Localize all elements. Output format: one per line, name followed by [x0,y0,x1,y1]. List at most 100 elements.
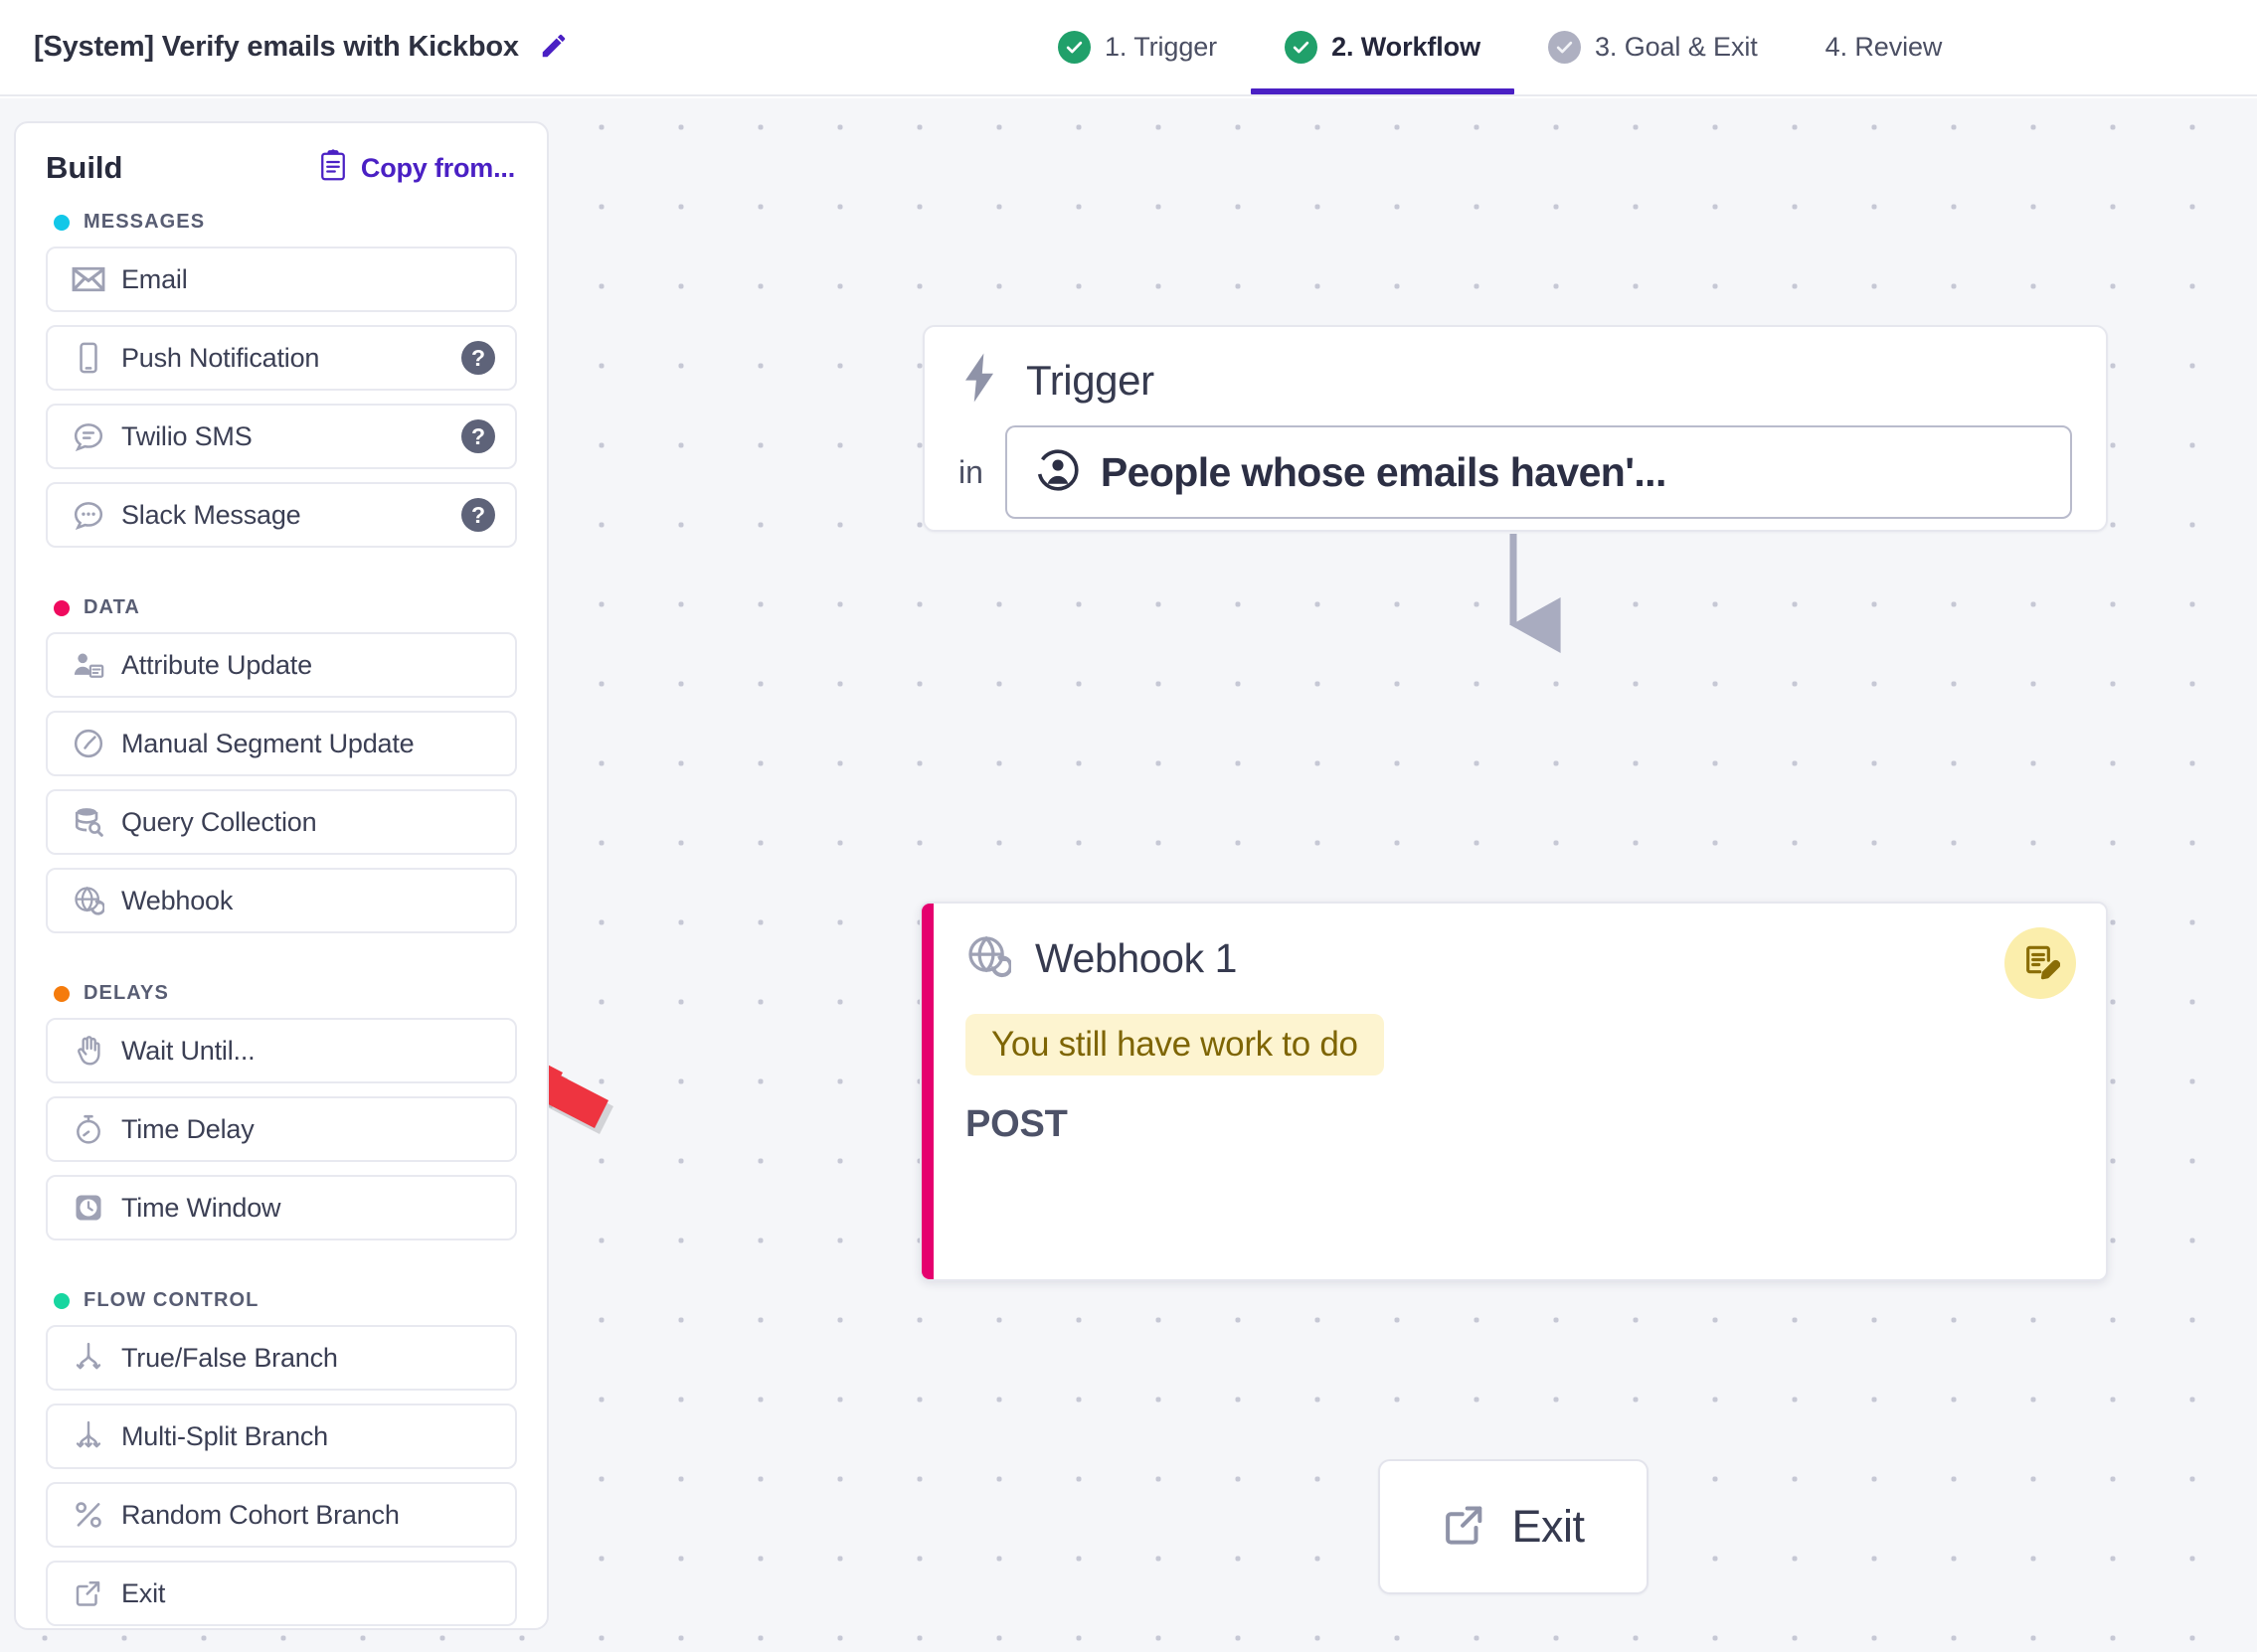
person-card-icon [70,650,107,680]
campaign-title-group: [System] Verify emails with Kickbox [34,0,571,94]
page-title: [System] Verify emails with Kickbox [34,31,519,63]
sidebar-item-label: Attribute Update [121,649,312,680]
trigger-node-header: Trigger [958,353,2072,408]
sidebar-item-time-window[interactable]: Time Window [46,1175,517,1240]
section-dot-icon [54,1292,70,1309]
sidebar-item-wait-until[interactable]: Wait Until... [46,1018,517,1083]
exit-node-label: Exit [1511,1501,1585,1552]
clock-square-icon [70,1192,107,1224]
lightning-bolt-icon [958,353,1000,408]
check-circle-icon [1547,31,1581,64]
trigger-node[interactable]: Trigger in People whose emails haven'... [923,325,2108,532]
sidebar-item-label: True/False Branch [121,1342,338,1373]
sidebar-item-manual-segment-update[interactable]: Manual Segment Update [46,711,517,776]
section-label-delays: DELAYS [84,982,169,1004]
tab-workflow[interactable]: 2. Workflow [1251,0,1514,94]
sidebar-item-label: Webhook [121,885,234,915]
sidebar-item-true-false-branch[interactable]: True/False Branch [46,1325,517,1391]
sidebar-item-time-delay[interactable]: Time Delay [46,1096,517,1162]
section-dot-icon [54,214,70,231]
section-label-messages: MESSAGES [84,211,206,233]
copy-from-button[interactable]: Copy from... [318,149,515,187]
sidebar-item-label: Query Collection [121,806,317,837]
section-header-data: DATA [54,596,517,619]
exit-node[interactable]: Exit [1378,1459,1649,1594]
pencil-icon [539,31,569,64]
trigger-segment-selector[interactable]: People whose emails haven'... [1004,425,2072,519]
chat-bubble-lines-icon [70,421,107,451]
help-icon[interactable]: ? [461,419,495,453]
sidebar-item-exit[interactable]: Exit [46,1561,517,1626]
trigger-node-body: in People whose emails haven'... [958,425,2072,519]
edit-title-button[interactable] [537,31,571,65]
document-edit-icon [2020,941,2061,986]
app-header: [System] Verify emails with Kickbox 1. T… [0,0,2257,96]
globe-refresh-icon [965,933,1013,984]
sidebar-header: Build Copy from... [46,149,517,187]
sidebar-item-label: Time Delay [121,1113,255,1144]
tab-workflow-label: 2. Workflow [1331,32,1480,62]
person-circle-icon [1035,447,1081,498]
clipboard-icon [318,149,348,187]
webhook-node[interactable]: Webhook 1 You still have work to do POST [920,902,2108,1281]
webhook-edit-badge-button[interactable] [2004,927,2076,999]
percent-icon [70,1500,107,1530]
sidebar-item-query-collection[interactable]: Query Collection [46,789,517,855]
sidebar-title: Build [46,150,123,185]
help-icon[interactable]: ? [461,341,495,375]
sidebar-item-attribute-update[interactable]: Attribute Update [46,632,517,698]
sidebar-item-label: Exit [121,1577,166,1608]
tab-goal-exit-label: 3. Goal & Exit [1594,32,1758,62]
sidebar-item-label: Email [121,263,188,294]
sidebar-item-multi-split-branch[interactable]: Multi-Split Branch [46,1404,517,1469]
tab-review[interactable]: 4. Review [1792,0,1977,94]
section-header-messages: MESSAGES [54,211,517,234]
database-search-icon [70,806,107,838]
tab-goal-exit[interactable]: 3. Goal & Exit [1514,0,1792,94]
check-circle-icon [1058,31,1091,64]
section-dot-icon [54,985,70,1002]
section-label-data: DATA [84,596,140,618]
hand-raised-icon [70,1035,107,1067]
sidebar-item-label: Manual Segment Update [121,728,415,758]
sidebar-item-label: Random Cohort Branch [121,1499,400,1530]
envelope-icon [70,266,107,292]
section-header-delays: DELAYS [54,982,517,1005]
sidebar-item-push-notification[interactable]: Push Notification ? [46,325,517,391]
globe-refresh-icon [70,885,107,916]
trigger-preposition: in [958,453,983,490]
segment-pie-icon [70,728,107,759]
branch-two-icon [70,1342,107,1374]
sidebar-item-label: Slack Message [121,499,301,530]
stopwatch-icon [70,1113,107,1145]
tab-review-label: 4. Review [1824,32,1943,62]
section-header-flow-control: FLOW CONTROL [54,1289,517,1312]
help-icon[interactable]: ? [461,498,495,532]
trigger-segment-label: People whose emails haven'... [1100,448,1666,495]
sidebar-item-webhook[interactable]: Webhook [46,868,517,933]
sidebar-item-random-cohort-branch[interactable]: Random Cohort Branch [46,1482,517,1548]
sidebar-item-label: Push Notification [121,342,320,373]
sidebar-item-twilio-sms[interactable]: Twilio SMS ? [46,404,517,469]
check-circle-icon [1285,31,1318,64]
chat-bubble-dots-icon [70,500,107,530]
tab-trigger[interactable]: 1. Trigger [1024,0,1251,94]
webhook-node-header: Webhook 1 [965,933,2072,984]
branch-multi-icon [70,1420,107,1452]
section-dot-icon [54,599,70,616]
sidebar-item-label: Twilio SMS [121,420,253,451]
webhook-http-method: POST [965,1103,1068,1145]
mobile-phone-icon [70,342,107,374]
sidebar-item-label: Time Window [121,1192,281,1223]
sidebar-item-label: Wait Until... [121,1035,256,1066]
section-label-flow-control: FLOW CONTROL [84,1289,260,1311]
copy-from-label: Copy from... [360,152,515,183]
sidebar-item-email[interactable]: Email [46,247,517,312]
trigger-node-title: Trigger [1026,356,1154,404]
external-link-icon [70,1578,107,1608]
wizard-steps: 1. Trigger 2. Workflow 3. Goal & Exit 4.… [1024,0,1976,94]
sidebar-item-slack-message[interactable]: Slack Message ? [46,482,517,548]
